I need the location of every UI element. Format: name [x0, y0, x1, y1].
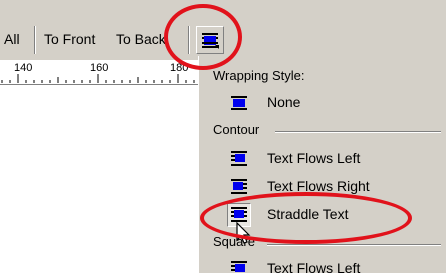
text-flows-right-icon	[231, 179, 247, 194]
ruler-ticks	[1, 74, 195, 83]
toolbar-separator	[188, 26, 189, 54]
text-wrap-button[interactable]	[196, 26, 224, 54]
contour-divider	[275, 131, 441, 133]
menu-item-label: Text Flows Left	[267, 260, 361, 273]
menu-item-square-flows-left[interactable]: Text Flows Left	[199, 256, 446, 273]
toolbar-separator	[34, 26, 35, 54]
mouse-pointer-icon	[236, 222, 251, 244]
menu-item-none[interactable]: None	[199, 90, 446, 116]
wrap-none-icon	[231, 96, 247, 110]
straddle-text-icon	[231, 207, 247, 222]
wrapping-style-header: Wrapping Style:	[213, 68, 305, 83]
square-divider	[267, 244, 441, 246]
menu-item-label: Straddle Text	[267, 206, 349, 222]
text-wrap-icon	[202, 33, 219, 49]
text-flows-left-icon	[231, 151, 247, 166]
menu-item-label: Text Flows Right	[267, 178, 370, 194]
to-front-button[interactable]: To Front	[44, 30, 95, 48]
all-button[interactable]: All	[4, 30, 20, 48]
contour-header: Contour	[213, 122, 260, 137]
menu-item-label: Text Flows Left	[267, 150, 361, 166]
menu-item-contour-flows-left[interactable]: Text Flows Left	[199, 146, 446, 172]
text-flows-left-icon	[231, 261, 247, 272]
menu-item-label: None	[267, 94, 301, 110]
menu-item-contour-flows-right[interactable]: Text Flows Right	[199, 174, 446, 200]
to-back-button[interactable]: To Back	[116, 30, 166, 48]
toolbar: All To Front To Back	[0, 0, 446, 60]
horizontal-ruler: 140 160 180	[0, 60, 198, 85]
